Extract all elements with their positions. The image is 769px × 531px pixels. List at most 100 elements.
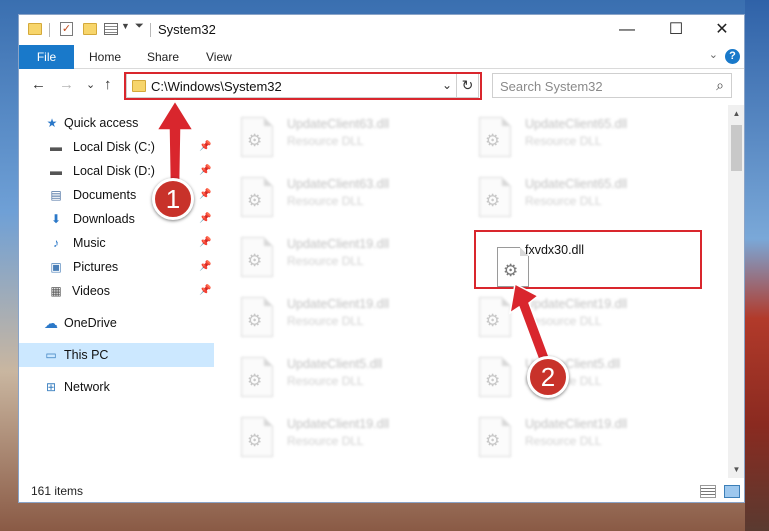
pictures-icon: ▣ (50, 260, 62, 274)
search-icon: ⌕ (716, 77, 724, 93)
ribbon-tabs: File Home Share View ⌄ ? (19, 45, 744, 69)
window-title: System32 (158, 22, 216, 37)
pin-icon: 📌 (199, 189, 212, 200)
sidebar-item-this-pc[interactable]: ▭ This PC (19, 343, 214, 367)
file-item[interactable]: ⚙ UpdateClient5.dll Resource DLL (467, 353, 697, 405)
expand-ribbon-icon[interactable]: ⌄ (709, 48, 718, 61)
pin-icon: 📌 (199, 165, 212, 176)
properties-icon[interactable] (104, 23, 118, 35)
file-name: UpdateClient65.dll (525, 117, 628, 131)
drive-icon: ▬ (50, 140, 62, 154)
file-item[interactable]: ⚙ UpdateClient63.dll Resource DLL (229, 113, 459, 165)
drive-icon: ▬ (50, 164, 62, 178)
sidebar-item-label: Videos (72, 284, 110, 298)
file-name: UpdateClient5.dll (287, 357, 383, 371)
minimize-button[interactable]: — (604, 17, 650, 43)
search-placeholder: Search System32 (500, 79, 603, 94)
sidebar-item-label: Network (64, 380, 110, 394)
forward-button[interactable]: → (59, 76, 74, 93)
file-item[interactable]: ⚙ UpdateClient19.dll Resource DLL (229, 293, 459, 345)
file-type: Resource DLL (525, 134, 602, 148)
sidebar-item-quick-access[interactable]: ★ Quick access (19, 111, 214, 135)
tab-home[interactable]: Home (89, 45, 121, 69)
toolbar-separator (150, 23, 151, 37)
scroll-down-icon[interactable]: ▼ (728, 461, 744, 478)
file-item[interactable]: ⚙ UpdateClient19.dll Resource DLL (467, 293, 697, 345)
quick-access-toolbar-chevron-icon[interactable]: ⏷ (135, 20, 144, 33)
details-view-icon[interactable] (700, 485, 716, 498)
large-icons-view-icon[interactable] (724, 485, 740, 498)
gear-icon: ⚙ (247, 251, 263, 270)
desktop-background (745, 0, 769, 531)
search-input[interactable]: Search System32 ⌕ (492, 73, 732, 98)
file-name: UpdateClient63.dll (287, 177, 390, 191)
file-item[interactable]: ⚙ UpdateClient19.dll Resource DLL (467, 413, 697, 465)
file-item[interactable]: ⚙ UpdateClient19.dll Resource DLL (229, 233, 459, 285)
file-list: ⚙ UpdateClient63.dll Resource DLL ⚙ Upda… (229, 105, 729, 475)
file-type: Resource DLL (287, 254, 364, 268)
close-button[interactable]: ✕ (699, 17, 744, 43)
up-button[interactable]: ↑ (104, 76, 112, 93)
file-type: Resource DLL (525, 194, 602, 208)
sidebar-item-videos[interactable]: ▦ Videos 📌 (19, 279, 214, 303)
computer-icon: ▭ (45, 348, 57, 362)
downloads-icon: ⬇ (50, 212, 62, 226)
tab-share[interactable]: Share (147, 45, 179, 69)
gear-icon: ⚙ (247, 431, 263, 450)
vertical-scrollbar[interactable]: ▲ ▼ (728, 105, 744, 478)
gear-icon: ⚙ (247, 131, 263, 150)
file-item[interactable]: ⚙ UpdateClient19.dll Resource DLL (229, 413, 459, 465)
gear-icon: ⚙ (485, 431, 501, 450)
file-item[interactable]: ⚙ UpdateClient63.dll Resource DLL (229, 173, 459, 225)
pin-icon: 📌 (199, 237, 212, 248)
toolbar-separator (49, 23, 50, 37)
properties-check-icon[interactable]: ✓ (60, 22, 73, 36)
file-item[interactable]: ⚙ UpdateClient65.dll Resource DLL (467, 173, 697, 225)
recent-locations-button[interactable]: ⌄ (86, 78, 95, 91)
pin-icon: 📌 (199, 261, 212, 272)
file-type: Resource DLL (287, 434, 364, 448)
file-type: Resource DLL (525, 434, 602, 448)
dropdown-arrow-icon[interactable]: ▼ (121, 21, 130, 31)
file-name: UpdateClient19.dll (287, 417, 390, 431)
sidebar-item-music[interactable]: ♪ Music 📌 (19, 231, 214, 255)
file-item[interactable]: ⚙ UpdateClient65.dll Resource DLL (467, 113, 697, 165)
back-button[interactable]: ← (31, 76, 46, 93)
file-type: Resource DLL (287, 134, 364, 148)
sidebar-item-label: Downloads (73, 212, 135, 226)
sidebar-item-local-disk-c[interactable]: ▬ Local Disk (C:) 📌 (19, 135, 214, 159)
sidebar-item-local-disk-d[interactable]: ▬ Local Disk (D:) 📌 (19, 159, 214, 183)
gear-icon: ⚙ (485, 371, 501, 390)
file-name: UpdateClient63.dll (287, 117, 390, 131)
sidebar-item-label: Documents (73, 188, 137, 202)
sidebar-item-network[interactable]: ⊞ Network (19, 375, 214, 399)
file-type: Resource DLL (525, 314, 602, 328)
tab-file[interactable]: File (19, 45, 74, 69)
file-explorer-window: ✓ ▼ ⏷ System32 — ☐ ✕ File Home Share Vie… (18, 14, 745, 503)
gear-icon: ⚙ (485, 311, 501, 330)
pin-icon: 📌 (199, 285, 212, 296)
gear-icon: ⚙ (485, 131, 501, 150)
sidebar-item-label: This PC (64, 348, 109, 362)
sidebar-item-onedrive[interactable]: ☁ OneDrive (19, 311, 214, 335)
item-count: 161 items (31, 484, 84, 498)
sidebar-item-pictures[interactable]: ▣ Pictures 📌 (19, 255, 214, 279)
file-name: UpdateClient19.dll (287, 297, 390, 311)
help-icon[interactable]: ? (725, 49, 740, 64)
file-name: UpdateClient19.dll (525, 417, 628, 431)
scroll-up-icon[interactable]: ▲ (728, 105, 744, 122)
file-type: Resource DLL (287, 374, 364, 388)
videos-icon: ▦ (50, 284, 62, 298)
file-item[interactable]: ⚙ UpdateClient5.dll Resource DLL (229, 353, 459, 405)
new-folder-icon[interactable] (83, 23, 97, 35)
file-name: UpdateClient19.dll (287, 237, 390, 251)
network-icon: ⊞ (45, 380, 57, 394)
star-icon: ★ (46, 116, 58, 130)
pin-icon: 📌 (199, 213, 212, 224)
gear-icon: ⚙ (485, 191, 501, 210)
maximize-button[interactable]: ☐ (653, 17, 699, 43)
tab-view[interactable]: View (206, 45, 232, 69)
scroll-thumb[interactable] (731, 125, 742, 171)
gear-icon: ⚙ (247, 191, 263, 210)
cloud-icon: ☁ (44, 315, 58, 331)
